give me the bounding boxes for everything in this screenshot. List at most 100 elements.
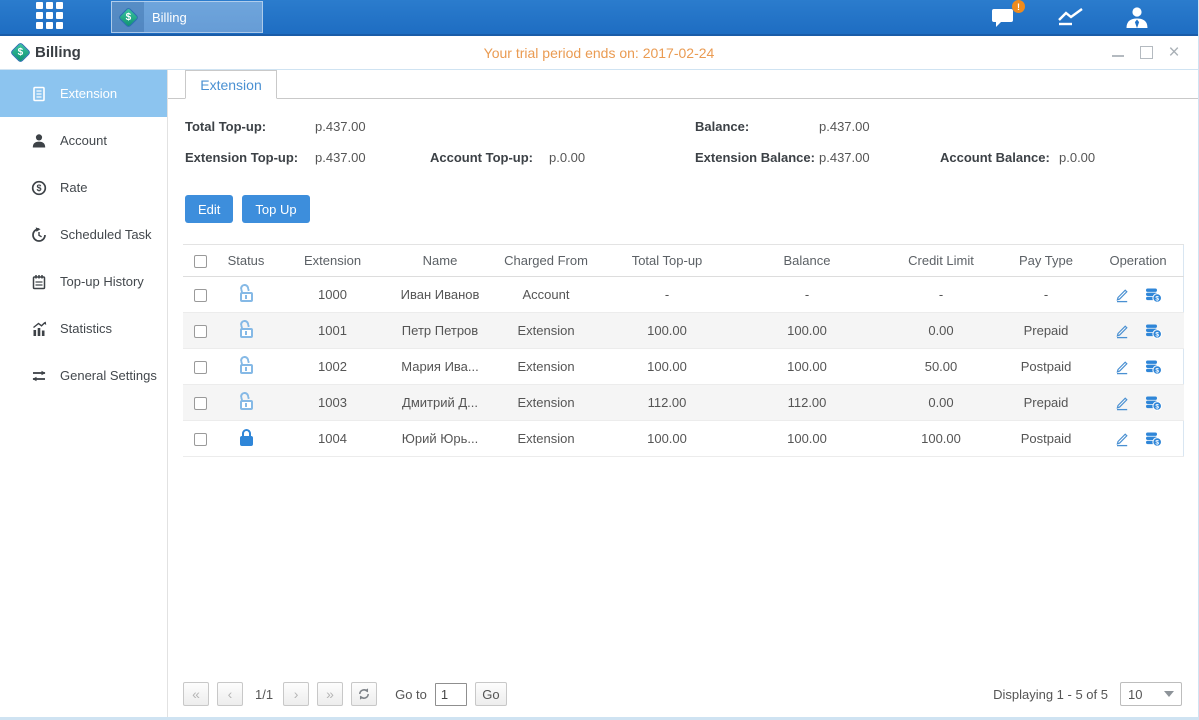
locked-icon[interactable] [239, 429, 254, 446]
col-credit-limit: Credit Limit [882, 245, 1000, 277]
billing-app-icon: $ [10, 42, 31, 63]
account-topup-label: Account Top-up: [430, 150, 533, 165]
select-all-checkbox[interactable] [194, 255, 207, 268]
cell-name: Юрий Юрь... [390, 421, 490, 457]
taskbar-tab-billing[interactable]: $ Billing [111, 1, 263, 33]
app-launcher-icon[interactable] [36, 2, 66, 32]
extension-topup-value: p.437.00 [315, 150, 366, 165]
goto-page-input[interactable] [435, 683, 467, 706]
col-pay-type: Pay Type [1000, 245, 1092, 277]
total-topup-value: p.437.00 [315, 119, 366, 134]
top-up-button[interactable]: Top Up [242, 195, 309, 223]
cell-credit-limit: 50.00 [882, 349, 1000, 385]
cell-balance: 100.00 [732, 313, 882, 349]
account-balance-label: Account Balance: [940, 150, 1050, 165]
cell-balance: - [732, 277, 882, 313]
top-up-coins-icon[interactable]: $ [1144, 431, 1162, 447]
dollar-circle-icon: $ [30, 179, 47, 196]
edit-button[interactable]: Edit [185, 195, 233, 223]
sidebar-item-label: Extension [60, 86, 117, 101]
chevron-down-icon [1164, 691, 1174, 697]
col-name: Name [390, 245, 490, 277]
top-up-coins-icon[interactable]: $ [1144, 359, 1162, 375]
sidebar-item-scheduled-task[interactable]: Scheduled Task [0, 211, 167, 258]
cell-total-topup: 100.00 [602, 313, 732, 349]
billing-diamond-icon: $ [112, 2, 144, 32]
prev-page-button[interactable]: ‹ [217, 682, 243, 706]
page-indicator: 1/1 [255, 687, 273, 702]
minimize-icon[interactable] [1110, 45, 1126, 61]
window-titlebar: $ Billing Your trial period ends on: 201… [0, 36, 1198, 70]
top-up-coins-icon[interactable]: $ [1144, 395, 1162, 411]
cell-name: Иван Иванов [390, 277, 490, 313]
cell-extension: 1001 [275, 313, 390, 349]
go-button[interactable]: Go [475, 682, 507, 706]
top-taskbar: $ Billing ! [0, 0, 1198, 36]
balance-value: p.437.00 [819, 119, 870, 134]
tab-extension[interactable]: Extension [185, 70, 277, 99]
total-topup-label: Total Top-up: [185, 119, 266, 134]
unlocked-icon[interactable] [239, 393, 254, 410]
cell-total-topup: 112.00 [602, 385, 732, 421]
resource-monitor-button[interactable] [1056, 6, 1086, 28]
col-charged-from: Charged From [490, 245, 602, 277]
unlocked-icon[interactable] [239, 321, 254, 338]
row-checkbox[interactable] [194, 289, 207, 302]
sidebar-item-extension[interactable]: Extension [0, 70, 167, 117]
line-chart-icon [1056, 6, 1086, 28]
notepad-icon [30, 273, 47, 290]
clock-history-icon [30, 226, 47, 243]
row-checkbox[interactable] [194, 433, 207, 446]
cell-charged-from: Extension [490, 313, 602, 349]
account-topup-value: p.0.00 [549, 150, 585, 165]
first-page-button[interactable]: « [183, 682, 209, 706]
svg-text:$: $ [36, 183, 41, 193]
cell-credit-limit: 0.00 [882, 313, 1000, 349]
page-size-value: 10 [1128, 687, 1142, 702]
balance-summary: Total Top-up: p.437.00 Balance: p.437.00… [185, 113, 1184, 179]
row-checkbox[interactable] [194, 325, 207, 338]
cell-name: Мария Ива... [390, 349, 490, 385]
cell-total-topup: 100.00 [602, 421, 732, 457]
page-size-select[interactable]: 10 [1120, 682, 1182, 706]
table-row: 1001 Петр Петров Extension 100.00 100.00… [183, 313, 1184, 349]
sidebar-item-rate[interactable]: $ Rate [0, 164, 167, 211]
col-total-topup: Total Top-up [602, 245, 732, 277]
table-row: 1003 Дмитрий Д... Extension 112.00 112.0… [183, 385, 1184, 421]
col-status: Status [217, 245, 275, 277]
top-up-coins-icon[interactable]: $ [1144, 287, 1162, 303]
svg-text:$: $ [1155, 295, 1159, 302]
unlocked-icon[interactable] [239, 285, 254, 302]
user-account-button[interactable] [1124, 6, 1150, 29]
table-row: 1004 Юрий Юрь... Extension 100.00 100.00… [183, 421, 1184, 457]
edit-icon[interactable] [1114, 323, 1130, 339]
unlocked-icon[interactable] [239, 357, 254, 374]
notifications-button[interactable]: ! [990, 6, 1018, 28]
edit-icon[interactable] [1114, 395, 1130, 411]
cell-name: Петр Петров [390, 313, 490, 349]
maximize-icon[interactable] [1138, 45, 1154, 61]
edit-icon[interactable] [1114, 431, 1130, 447]
last-page-button[interactable]: » [317, 682, 343, 706]
sliders-icon [30, 367, 47, 384]
close-icon[interactable]: × [1166, 45, 1182, 61]
sidebar-item-label: Account [60, 133, 107, 148]
cell-pay-type: Postpaid [1000, 421, 1092, 457]
top-up-coins-icon[interactable]: $ [1144, 323, 1162, 339]
row-checkbox[interactable] [194, 361, 207, 374]
sidebar-item-general-settings[interactable]: General Settings [0, 352, 167, 399]
next-page-button[interactable]: › [283, 682, 309, 706]
refresh-icon [357, 687, 371, 701]
sidebar-item-statistics[interactable]: Statistics [0, 305, 167, 352]
window-title: Billing [35, 44, 81, 61]
row-checkbox[interactable] [194, 397, 207, 410]
cell-balance: 100.00 [732, 421, 882, 457]
account-balance-value: p.0.00 [1059, 150, 1095, 165]
sidebar-item-topup-history[interactable]: Top-up History [0, 258, 167, 305]
edit-icon[interactable] [1114, 359, 1130, 375]
svg-text:$: $ [1155, 403, 1159, 410]
table-row: 1002 Мария Ива... Extension 100.00 100.0… [183, 349, 1184, 385]
refresh-button[interactable] [351, 682, 377, 706]
edit-icon[interactable] [1114, 287, 1130, 303]
sidebar-item-account[interactable]: Account [0, 117, 167, 164]
